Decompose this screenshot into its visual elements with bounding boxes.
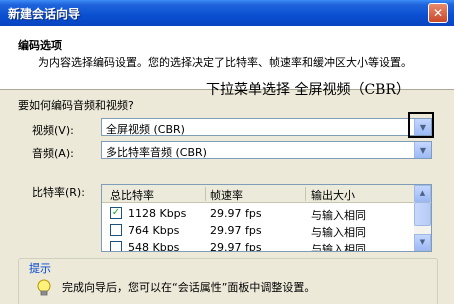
table-row[interactable]: ✓ 1128 Kbps 29.97 fps 与输入相同 [102, 205, 415, 222]
audio-label: 音频(A): [32, 147, 74, 160]
scroll-up-icon[interactable]: ▲ [414, 185, 431, 202]
row-checkbox[interactable] [110, 224, 122, 236]
annotation-highlight-box [408, 112, 434, 138]
video-select[interactable]: 全屏视频 (CBR) ▼ [101, 118, 432, 136]
column-divider [205, 187, 206, 201]
window-title: 新建会话向导 [8, 7, 81, 21]
vertical-scrollbar[interactable]: ▲ ▼ [414, 185, 431, 251]
bitrate-list[interactable]: 总比特率 帧速率 输出大小 ✓ 1128 Kbps 29.97 fps 与输入相… [101, 184, 432, 252]
row-fps: 29.97 fps [210, 241, 262, 252]
row-bitrate: 1128 Kbps [128, 207, 187, 220]
title-bar: 新建会话向导 ✕ [0, 0, 454, 26]
row-size: 与输入相同 [311, 226, 366, 239]
audio-select-value: 多比特率音频 (CBR) [106, 146, 207, 159]
column-divider [305, 187, 306, 201]
encode-question-label: 要如何编码音频和视频? [18, 99, 134, 112]
column-frame-rate[interactable]: 帧速率 [210, 187, 243, 203]
row-size: 与输入相同 [311, 243, 366, 252]
row-bitrate: 764 Kbps [128, 224, 180, 237]
scroll-thumb[interactable] [414, 202, 431, 226]
chevron-down-icon[interactable]: ▼ [414, 142, 431, 158]
tips-text: 完成向导后，您可以在“会话属性”面板中调整设置。 [62, 281, 316, 294]
close-icon: ✕ [432, 6, 444, 20]
column-output-size[interactable]: 输出大小 [311, 187, 355, 203]
row-size: 与输入相同 [311, 209, 366, 222]
column-total-bitrate[interactable]: 总比特率 [110, 187, 154, 203]
video-label: 视频(V): [32, 124, 74, 137]
audio-select[interactable]: 多比特率音频 (CBR) ▼ [101, 141, 432, 159]
row-checkbox[interactable]: ✓ [110, 207, 122, 219]
list-header: 总比特率 帧速率 输出大小 [102, 185, 415, 203]
header-title: 编码选项 [18, 39, 62, 52]
scroll-down-icon[interactable]: ▼ [414, 234, 431, 251]
row-fps: 29.97 fps [210, 224, 262, 237]
header-description: 为内容选择编码设置。您的选择决定了比特率、帧速率和缓冲区大小等设置。 [38, 56, 412, 69]
annotation-text: 下拉菜单选择 全屏视频（CBR） [206, 82, 410, 98]
table-row[interactable]: 764 Kbps 29.97 fps 与输入相同 [102, 222, 415, 239]
bitrate-label: 比特率(R): [32, 186, 85, 199]
row-checkbox[interactable] [110, 241, 122, 251]
video-select-value: 全屏视频 (CBR) [106, 123, 185, 136]
close-button[interactable]: ✕ [428, 3, 448, 23]
row-fps: 29.97 fps [210, 207, 262, 220]
row-bitrate: 548 Kbps [128, 241, 180, 252]
lightbulb-icon [37, 279, 51, 296]
tips-title: 提示 [26, 260, 54, 276]
table-row[interactable]: 548 Kbps 29.97 fps 与输入相同 [102, 239, 415, 252]
